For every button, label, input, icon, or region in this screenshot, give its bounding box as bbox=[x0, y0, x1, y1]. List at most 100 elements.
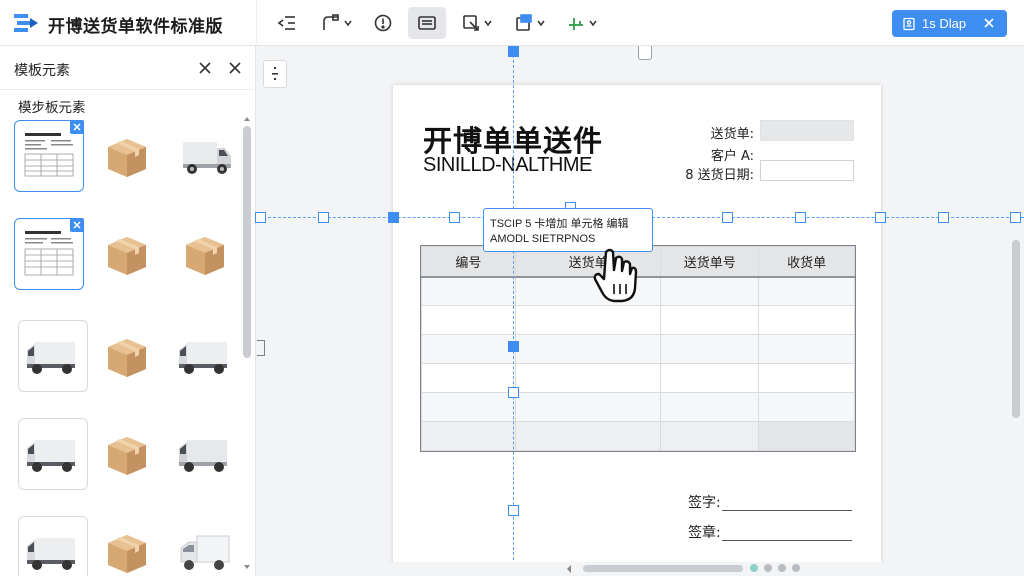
checkbox-checked-icon[interactable] bbox=[70, 120, 84, 134]
page-dot[interactable] bbox=[764, 564, 772, 572]
alert-button[interactable] bbox=[370, 7, 396, 39]
page-dot[interactable] bbox=[778, 564, 786, 572]
outdent-button[interactable] bbox=[274, 7, 300, 39]
table-cell[interactable] bbox=[421, 392, 516, 422]
resize-handle[interactable] bbox=[255, 212, 266, 223]
truck-element[interactable] bbox=[170, 516, 240, 576]
table-header[interactable]: 收货单 bbox=[758, 246, 855, 278]
table-cell[interactable] bbox=[514, 421, 662, 451]
resize-handle[interactable] bbox=[722, 212, 733, 223]
seal-line[interactable] bbox=[722, 540, 852, 541]
table-cell[interactable] bbox=[514, 334, 662, 364]
ruler-toggle-button[interactable] bbox=[263, 60, 287, 88]
template-thumbnail[interactable] bbox=[14, 218, 84, 290]
box-element[interactable] bbox=[92, 418, 162, 490]
table-cell[interactable] bbox=[758, 276, 855, 306]
box-icon bbox=[186, 237, 224, 275]
resize-handle[interactable] bbox=[449, 212, 460, 223]
table-cell[interactable] bbox=[421, 305, 516, 335]
align-tool-button[interactable] bbox=[563, 7, 599, 39]
scroll-down-icon[interactable] bbox=[244, 564, 250, 570]
export-button[interactable] bbox=[511, 7, 547, 39]
guide-handle[interactable] bbox=[508, 46, 519, 57]
table-header[interactable]: 送货单号 bbox=[660, 246, 760, 278]
scroll-up-icon[interactable] bbox=[244, 116, 250, 122]
document-icon bbox=[903, 17, 915, 30]
van-element[interactable] bbox=[18, 418, 88, 490]
table-cell[interactable] bbox=[660, 421, 760, 451]
meta-field[interactable] bbox=[760, 120, 854, 141]
resize-handle[interactable] bbox=[875, 212, 886, 223]
image-insert-button[interactable] bbox=[458, 7, 494, 39]
table-cell[interactable] bbox=[514, 363, 662, 393]
table-cell[interactable] bbox=[758, 421, 855, 451]
table-row[interactable] bbox=[421, 276, 855, 306]
canvas-horizontal-scrollbar[interactable] bbox=[583, 565, 743, 572]
close-icon[interactable] bbox=[981, 15, 997, 31]
table-cell[interactable] bbox=[514, 392, 662, 422]
top-toolbar: 开博送货单软件标准版 1s Dlap bbox=[0, 0, 1024, 46]
resize-handle[interactable] bbox=[318, 212, 329, 223]
table-cell[interactable] bbox=[421, 276, 516, 306]
table-row[interactable] bbox=[421, 363, 855, 393]
box-element[interactable] bbox=[92, 120, 162, 192]
table-cell[interactable] bbox=[660, 392, 760, 422]
table-cell[interactable] bbox=[758, 334, 855, 364]
van-element[interactable] bbox=[18, 516, 88, 576]
meta-field[interactable] bbox=[760, 160, 854, 181]
table-cell[interactable] bbox=[660, 334, 760, 364]
table-cell[interactable] bbox=[660, 305, 760, 335]
table-row[interactable] bbox=[421, 421, 855, 451]
image-insert-icon bbox=[462, 15, 479, 31]
page-dot[interactable] bbox=[750, 564, 758, 572]
document-tab[interactable]: 1s Dlap bbox=[892, 10, 1007, 37]
table-cell[interactable] bbox=[421, 334, 516, 364]
export-icon bbox=[515, 14, 532, 31]
resize-handle[interactable] bbox=[508, 341, 519, 352]
van-element[interactable] bbox=[170, 418, 240, 490]
box-element[interactable] bbox=[92, 516, 162, 576]
delivery-table[interactable]: 编号 送货单 送货单号 收货单 bbox=[421, 246, 855, 451]
table-cell[interactable] bbox=[514, 276, 662, 306]
box-icon bbox=[108, 437, 146, 475]
canvas-vertical-scrollbar[interactable] bbox=[1012, 240, 1020, 418]
close-icon[interactable] bbox=[197, 60, 213, 76]
table-cell[interactable] bbox=[514, 305, 662, 335]
page-top-marker[interactable] bbox=[638, 46, 652, 60]
table-cell[interactable] bbox=[421, 363, 516, 393]
panel-scrollbar[interactable] bbox=[243, 126, 251, 358]
layout-button[interactable] bbox=[408, 7, 446, 39]
table-row[interactable] bbox=[421, 305, 855, 335]
box-element[interactable] bbox=[92, 218, 162, 290]
signature-line[interactable] bbox=[722, 510, 852, 511]
table-cell[interactable] bbox=[758, 305, 855, 335]
resize-handle[interactable] bbox=[1010, 212, 1021, 223]
resize-handle[interactable] bbox=[508, 387, 519, 398]
page-dot[interactable] bbox=[792, 564, 800, 572]
side-bracket[interactable] bbox=[257, 340, 265, 356]
document-subtitle[interactable]: SINILLD-NALTHME bbox=[423, 154, 592, 177]
shape-tool-button[interactable] bbox=[318, 7, 354, 39]
box-element[interactable] bbox=[170, 218, 240, 290]
resize-handle[interactable] bbox=[388, 212, 399, 223]
close-panel-icon[interactable] bbox=[227, 60, 243, 76]
vertical-guide[interactable] bbox=[513, 50, 514, 570]
table-row[interactable] bbox=[421, 392, 855, 422]
table-cell[interactable] bbox=[758, 392, 855, 422]
section-title: 模步板元素 bbox=[18, 100, 86, 116]
resize-handle[interactable] bbox=[795, 212, 806, 223]
template-thumbnail[interactable] bbox=[14, 120, 84, 192]
table-cell[interactable] bbox=[660, 276, 760, 306]
resize-handle[interactable] bbox=[508, 505, 519, 516]
van-element[interactable] bbox=[18, 320, 88, 392]
box-element[interactable] bbox=[92, 320, 162, 392]
table-cell[interactable] bbox=[660, 363, 760, 393]
checkbox-checked-icon[interactable] bbox=[70, 218, 84, 232]
van-element[interactable] bbox=[170, 320, 240, 392]
resize-handle[interactable] bbox=[938, 212, 949, 223]
van-element[interactable] bbox=[170, 120, 240, 192]
table-row[interactable] bbox=[421, 334, 855, 364]
table-cell[interactable] bbox=[421, 421, 516, 451]
table-cell[interactable] bbox=[758, 363, 855, 393]
scroll-left-icon[interactable] bbox=[566, 565, 572, 573]
